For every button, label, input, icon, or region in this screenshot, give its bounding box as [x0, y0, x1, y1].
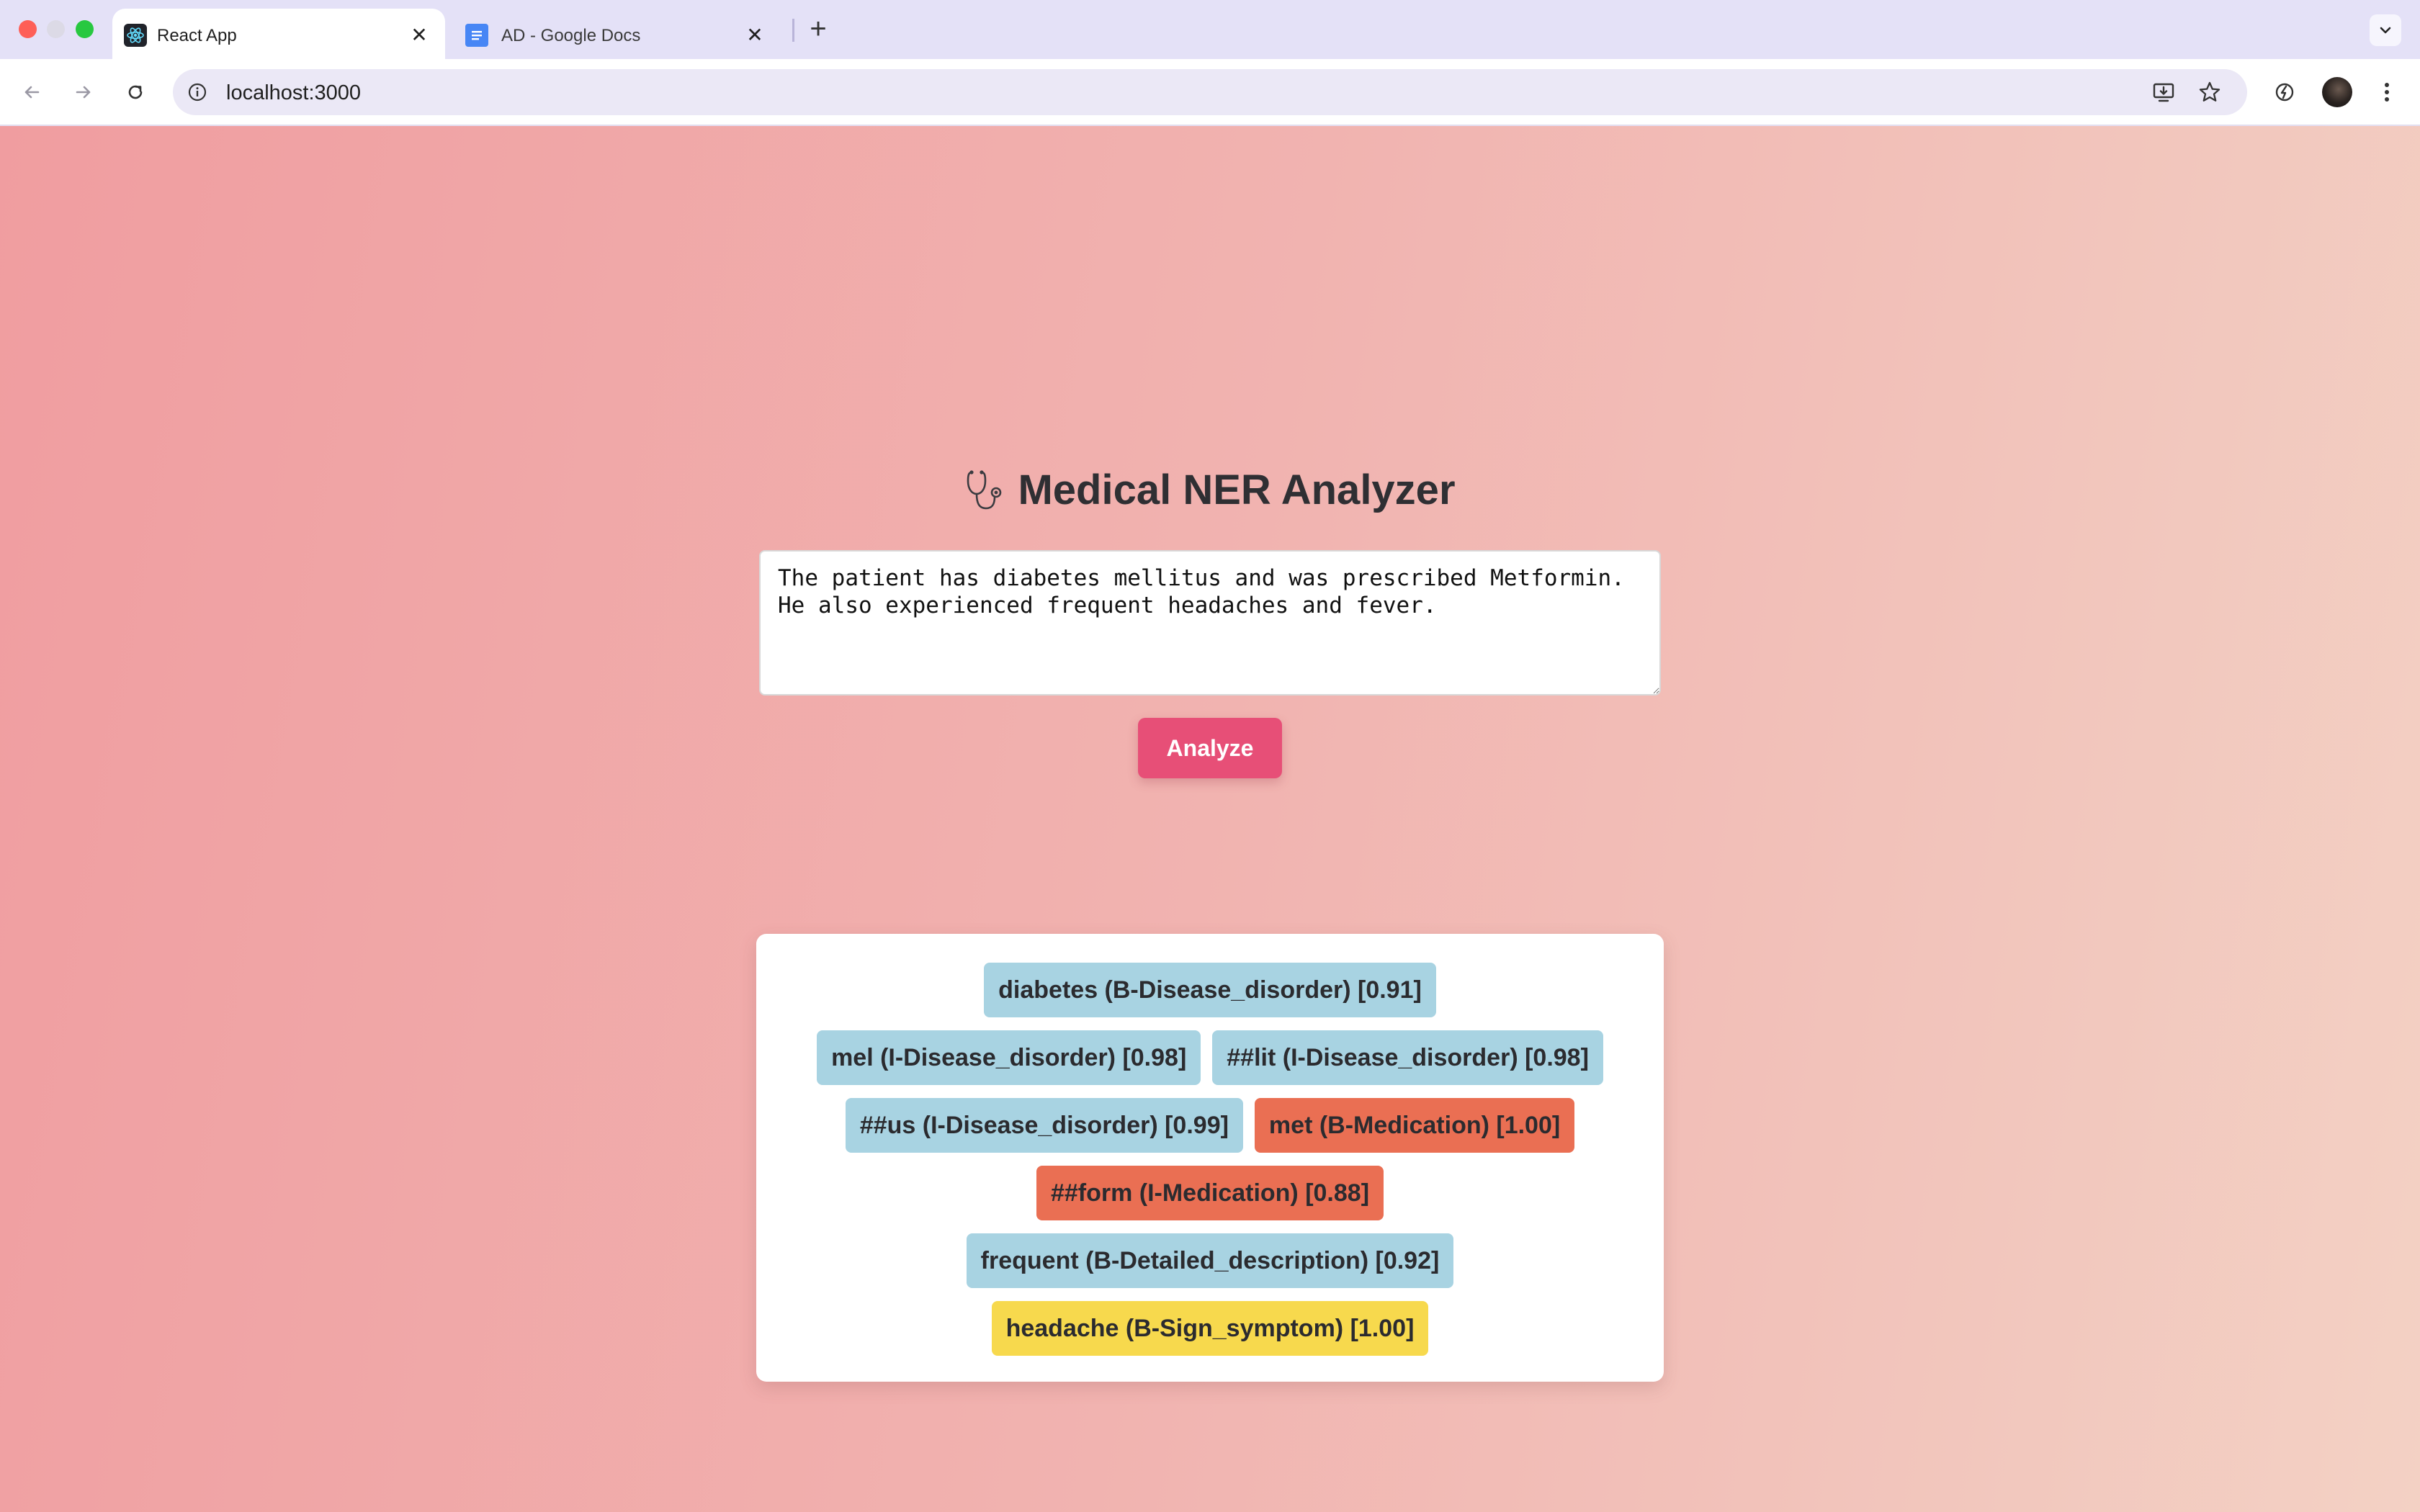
arrow-right-icon	[76, 86, 91, 99]
page-title: Medical NER Analyzer	[0, 466, 2420, 514]
maximize-window-button[interactable]	[76, 20, 94, 38]
tab-title: React App	[157, 26, 237, 45]
entity-row: frequent (B-Detailed_description) [0.92]	[966, 1233, 1454, 1288]
entity-row: mel (I-Disease_disorder) [0.98] ##lit (I-…	[817, 1030, 1603, 1085]
entity-chip-disease: diabetes (B-Disease_disorder) [0.91]	[984, 963, 1436, 1017]
entity-row: diabetes (B-Disease_disorder) [0.91]	[984, 963, 1436, 1017]
clinical-text-input[interactable]	[759, 550, 1661, 696]
install-app-icon[interactable]	[2149, 78, 2178, 107]
results-panel: diabetes (B-Disease_disorder) [0.91] mel …	[756, 934, 1664, 1382]
site-info-icon[interactable]	[186, 81, 209, 104]
entity-chip-disease: frequent (B-Detailed_description) [0.92]	[966, 1233, 1454, 1288]
tab-search-button[interactable]	[2370, 14, 2401, 46]
profile-avatar[interactable]	[2322, 77, 2352, 107]
back-button[interactable]	[14, 75, 49, 109]
tab-title: AD - Google Docs	[501, 26, 641, 45]
entity-row: headache (B-Sign_symptom) [1.00]	[991, 1301, 1429, 1356]
entity-chip-disease: ##us (I-Disease_disorder) [0.99]	[845, 1098, 1243, 1153]
entity-chip-disease: mel (I-Disease_disorder) [0.98]	[817, 1030, 1201, 1085]
reload-button[interactable]	[118, 75, 153, 109]
analyze-button[interactable]: Analyze	[1138, 718, 1282, 778]
entity-chip-medication: ##form (I-Medication) [0.88]	[1036, 1166, 1384, 1220]
page-viewport: Medical NER Analyzer Analyze diabetes (B…	[0, 126, 2420, 1512]
url-text[interactable]: localhost:3000	[226, 81, 361, 105]
more-menu-icon[interactable]	[2370, 75, 2404, 109]
entity-chip-disease: ##lit (I-Disease_disorder) [0.98]	[1212, 1030, 1603, 1085]
close-tab-icon[interactable]: ✕	[406, 22, 432, 48]
entity-row: ##form (I-Medication) [0.88]	[1036, 1166, 1384, 1220]
new-tab-button[interactable]: +	[804, 13, 833, 45]
tab-google-docs[interactable]: AD - Google Docs ✕	[455, 9, 781, 59]
page-title-text: Medical NER Analyzer	[1018, 467, 1456, 513]
address-bar[interactable]: localhost:3000	[173, 69, 2247, 115]
tab-separator	[792, 19, 794, 42]
stethoscope-icon	[967, 469, 1002, 509]
forward-button[interactable]	[66, 75, 101, 109]
entity-chip-symptom: headache (B-Sign_symptom) [1.00]	[991, 1301, 1429, 1356]
google-docs-icon	[465, 24, 488, 47]
close-tab-icon[interactable]: ✕	[742, 22, 768, 48]
browser-toolbar: localhost:3000	[0, 59, 2420, 125]
minimize-window-button[interactable]	[47, 20, 65, 38]
bookmark-star-icon[interactable]	[2195, 78, 2224, 107]
extension-icon[interactable]	[2267, 75, 2302, 109]
tab-strip: React App ✕ AD - Google Docs ✕ +	[0, 0, 2420, 59]
chevron-down-icon	[2380, 27, 2391, 34]
entity-chip-medication: met (B-Medication) [1.00]	[1254, 1098, 1575, 1153]
close-window-button[interactable]	[19, 20, 37, 38]
react-icon	[124, 24, 147, 47]
reload-icon	[128, 85, 143, 99]
tab-react-app[interactable]: React App ✕	[112, 9, 445, 59]
arrow-left-icon	[24, 86, 40, 99]
entity-row: ##us (I-Disease_disorder) [0.99] met (B-M…	[845, 1098, 1575, 1153]
